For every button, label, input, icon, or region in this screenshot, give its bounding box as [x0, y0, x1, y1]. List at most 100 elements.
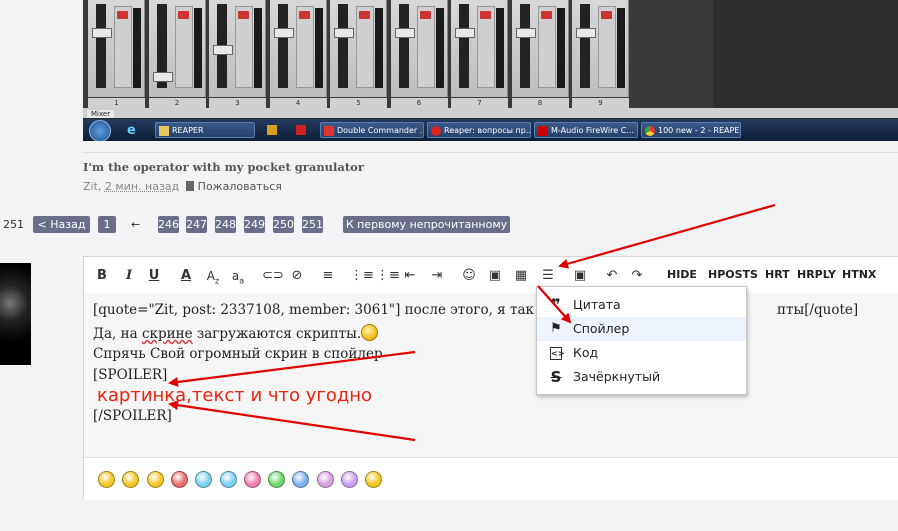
page-link[interactable]: 249	[244, 216, 265, 233]
mute-button[interactable]	[480, 11, 491, 19]
fader-knob[interactable]	[213, 45, 233, 55]
text-color-icon[interactable]: A	[179, 267, 193, 285]
mute-button[interactable]	[117, 11, 128, 19]
fader-knob[interactable]	[92, 28, 112, 38]
prev-page-button[interactable]: < Назад	[33, 216, 90, 233]
page-link[interactable]: 250	[273, 216, 294, 233]
smiley-icon[interactable]	[268, 471, 286, 488]
italic-icon[interactable]: I	[122, 267, 136, 285]
page-link[interactable]: 247	[186, 216, 207, 233]
avatar[interactable]	[0, 263, 31, 365]
mixer-channel-strip[interactable]: 5	[330, 0, 387, 108]
htnx-button[interactable]: HTNX	[842, 268, 876, 281]
menu-item-quote[interactable]: ❞ Цитата	[537, 293, 746, 317]
fader-knob[interactable]	[394, 28, 415, 38]
smiley-icon[interactable]	[292, 471, 310, 488]
mute-button[interactable]	[601, 11, 612, 19]
ie-icon[interactable]: e	[127, 123, 141, 138]
app-icon[interactable]	[296, 125, 306, 135]
smiley-icon[interactable]	[243, 471, 261, 488]
post-author[interactable]: Zit	[83, 180, 98, 193]
undo-icon[interactable]: ↶	[604, 267, 620, 285]
taskbar-item-double-commander[interactable]: Double Commander ...	[320, 122, 424, 138]
mixer-channel-strip[interactable]: 3	[209, 0, 266, 108]
outdent-icon[interactable]: ⇤	[402, 267, 418, 285]
font-family-icon[interactable]: aa	[229, 267, 247, 285]
fader-knob[interactable]	[576, 28, 596, 38]
image-icon[interactable]: ▣	[487, 267, 503, 285]
hrply-button[interactable]: HRPLY	[797, 268, 836, 281]
channel-number: 5	[330, 98, 387, 108]
bullet-list-icon[interactable]: ⋮≡	[350, 267, 374, 285]
indent-icon[interactable]: ⇥	[429, 267, 445, 285]
page-link[interactable]: 248	[215, 216, 236, 233]
mute-button[interactable]	[238, 11, 249, 19]
taskbar-item-opera[interactable]: Reaper: вопросы пр...	[427, 122, 531, 138]
mixer-channel-strip[interactable]: 8	[511, 0, 569, 108]
fader-knob[interactable]	[273, 28, 294, 38]
smiley-icon[interactable]	[122, 471, 140, 488]
save-draft-icon[interactable]: ▣	[572, 267, 588, 285]
underline-icon[interactable]: U	[147, 267, 161, 285]
page-link-current[interactable]: 251	[302, 216, 323, 233]
hrt-button[interactable]: HRT	[765, 268, 790, 281]
align-icon[interactable]: ≡	[320, 267, 336, 285]
taskbar-item-maudio[interactable]: M-Audio FireWire C...	[534, 122, 638, 138]
mixer-channel-strip[interactable]: 7	[451, 0, 508, 108]
numbered-list-icon[interactable]: ⋮≡	[376, 267, 400, 285]
smiley-icon[interactable]	[195, 471, 213, 488]
bold-icon[interactable]: B	[95, 267, 109, 285]
unlink-icon[interactable]: ⊘	[288, 267, 306, 285]
mixer-channel-strip[interactable]: 2	[148, 0, 206, 108]
mute-button[interactable]	[419, 11, 431, 19]
link-icon[interactable]: ⊂⊃	[262, 267, 284, 285]
fader-knob[interactable]	[455, 28, 475, 38]
mixer-channel-strip[interactable]: 9	[572, 0, 629, 108]
hide-button[interactable]: HIDE	[667, 268, 697, 281]
smiley-icon[interactable]	[219, 471, 237, 488]
smiley-icon[interactable]	[316, 471, 334, 488]
chrome-icon	[645, 126, 655, 136]
mixer-channel-strip[interactable]: 6	[390, 0, 448, 108]
menu-item-code[interactable]: <> Код	[537, 341, 746, 365]
level-meter	[617, 8, 625, 88]
mute-button[interactable]	[540, 11, 552, 19]
hposts-button[interactable]: HPOSTS	[708, 268, 758, 281]
insert-menu-icon[interactable]: ☰	[540, 267, 556, 285]
report-link[interactable]: Пожаловаться	[198, 180, 282, 193]
taskbar-item-reaper-folder[interactable]: REAPER	[155, 122, 255, 138]
fader-knob[interactable]	[152, 72, 173, 82]
media-icon[interactable]: ▦	[513, 267, 529, 285]
mixer-channel-strip[interactable]: 4	[269, 0, 327, 108]
fader-track	[459, 4, 469, 88]
smilies-icon[interactable]: ☺	[461, 267, 477, 285]
post-time[interactable]: 2 мин. назад	[105, 180, 179, 193]
page-link[interactable]: 246	[158, 216, 179, 233]
mixer-channel-strip[interactable]: 1	[88, 0, 145, 108]
media-icon[interactable]	[267, 125, 277, 135]
menu-item-spoiler[interactable]: ⚑ Спойлер	[537, 317, 746, 341]
fader-knob[interactable]	[515, 28, 536, 38]
smiley-icon[interactable]	[365, 471, 383, 488]
smiley-icon[interactable]	[170, 471, 188, 488]
mute-button[interactable]	[177, 11, 189, 19]
message-textarea[interactable]: [quote="Zit, post: 2337108, member: 3061…	[84, 293, 898, 457]
insert-dropdown-menu: ❞ Цитата ⚑ Спойлер <> Код S Зачёркнутый	[536, 286, 747, 395]
smiley-icon[interactable]	[98, 471, 115, 488]
font-size-icon[interactable]: Az	[204, 267, 222, 285]
smiley-icon[interactable]	[341, 471, 358, 488]
taskbar-item-label: Double Commander ...	[337, 126, 424, 135]
menu-item-strikethrough[interactable]: S Зачёркнутый	[537, 365, 746, 389]
text-line: Да, на скрине загружаются скрипты.	[93, 324, 379, 342]
page-link-1[interactable]: 1	[98, 216, 116, 233]
first-unread-button[interactable]: К первому непрочитанному	[343, 216, 510, 233]
start-button[interactable]	[89, 120, 111, 141]
redo-icon[interactable]: ↷	[629, 267, 645, 285]
mute-button[interactable]	[359, 11, 370, 19]
channel-number: 6	[390, 98, 448, 108]
folder-icon	[159, 126, 169, 136]
smiley-icon[interactable]	[146, 471, 164, 488]
fader-knob[interactable]	[334, 28, 354, 38]
taskbar-item-chrome[interactable]: 100 new - 2 - REAPE...	[641, 122, 741, 138]
mute-button[interactable]	[298, 11, 310, 19]
